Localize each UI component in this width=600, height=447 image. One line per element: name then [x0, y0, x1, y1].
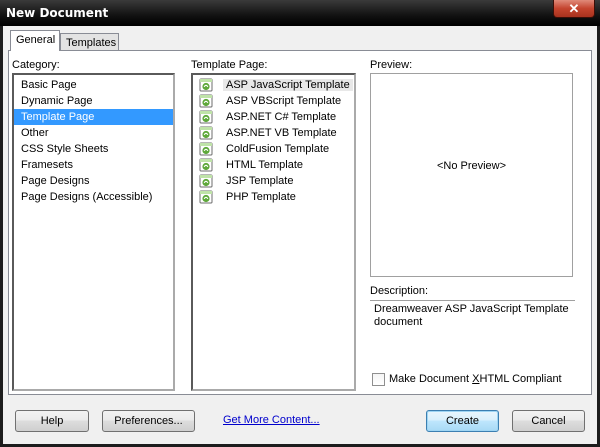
get-more-content-link[interactable]: Get More Content... [223, 414, 320, 426]
template-item-label: PHP Template [226, 191, 296, 203]
template-icon [199, 174, 213, 188]
template-item-label: ColdFusion Template [226, 143, 330, 155]
category-list[interactable]: Basic Page Dynamic Page Template Page Other… [12, 73, 175, 391]
general-tab-panel: Category: Basic Page Dynamic Page Template… [8, 50, 592, 395]
template-icon [199, 110, 213, 124]
create-button[interactable]: Create [426, 410, 499, 432]
description-label: Description: [370, 285, 429, 297]
category-items: Basic Page Dynamic Page Template Page Other… [14, 75, 173, 205]
preview-text: <No Preview> [436, 160, 507, 172]
template-item-label: JSP Template [226, 175, 294, 187]
title-bar[interactable]: New Document ✕ [0, 0, 600, 26]
close-icon: ✕ [568, 1, 580, 16]
help-button[interactable]: Help [15, 410, 89, 432]
template-page-list[interactable]: ASP JavaScript Template ASP VBScript Temp… [191, 73, 356, 391]
tab-general[interactable]: General [10, 30, 60, 51]
xhtml-compliant-checkbox[interactable] [372, 373, 385, 386]
template-item[interactable]: ASP.NET VB Template [193, 125, 354, 141]
template-item[interactable]: ASP JavaScript Template [193, 77, 354, 93]
category-item[interactable]: Template Page [14, 109, 173, 125]
new-document-dialog: New Document ✕ General Templates Categor… [0, 0, 600, 447]
category-item[interactable]: Page Designs [14, 173, 173, 189]
template-icon [199, 158, 213, 172]
template-item-label: HTML Template [226, 159, 304, 171]
template-item-label: ASP JavaScript Template [223, 79, 353, 91]
category-item[interactable]: Other [14, 125, 173, 141]
tab-templates[interactable]: Templates [60, 33, 119, 51]
template-icon [199, 126, 213, 140]
xhtml-label-accel: X [472, 373, 480, 385]
preview-label: Preview: [370, 59, 413, 71]
template-icon [199, 94, 213, 108]
template-item-label: ASP VBScript Template [226, 95, 342, 107]
template-items: ASP JavaScript Template ASP VBScript Temp… [193, 75, 354, 205]
cancel-button[interactable]: Cancel [512, 410, 585, 432]
template-icon [199, 190, 213, 204]
template-item[interactable]: ASP VBScript Template [193, 93, 354, 109]
template-item-label: ASP.NET VB Template [226, 127, 337, 139]
window-title: New Document [6, 6, 109, 20]
category-item[interactable]: Page Designs (Accessible) [14, 189, 173, 205]
description-text: Dreamweaver ASP JavaScript Template docu… [374, 303, 569, 328]
template-item[interactable]: PHP Template [193, 189, 354, 205]
preferences-button[interactable]: Preferences... [102, 410, 195, 432]
template-page-label: Template Page: [191, 59, 268, 71]
template-item[interactable]: ColdFusion Template [193, 141, 354, 157]
template-item[interactable]: JSP Template [193, 173, 354, 189]
category-item[interactable]: Basic Page [14, 77, 173, 93]
category-item[interactable]: CSS Style Sheets [14, 141, 173, 157]
category-item[interactable]: Dynamic Page [14, 93, 173, 109]
template-item-label: ASP.NET C# Template [226, 111, 337, 123]
template-icon [199, 78, 213, 92]
template-item[interactable]: HTML Template [193, 157, 354, 173]
category-item[interactable]: Framesets [14, 157, 173, 173]
category-label: Category: [12, 59, 60, 71]
close-button[interactable]: ✕ [553, 0, 595, 18]
template-item[interactable]: ASP.NET C# Template [193, 109, 354, 125]
template-icon [199, 142, 213, 156]
xhtml-label-pre: Make Document [389, 373, 473, 385]
xhtml-compliant-label[interactable]: Make Document XHTML Compliant [389, 373, 562, 385]
description-box: Dreamweaver ASP JavaScript Template docu… [370, 300, 575, 367]
xhtml-label-post: HTML Compliant [479, 373, 562, 385]
dialog-client: General Templates Category: Basic Page Dy… [3, 26, 597, 444]
preview-box: <No Preview> [370, 73, 573, 277]
